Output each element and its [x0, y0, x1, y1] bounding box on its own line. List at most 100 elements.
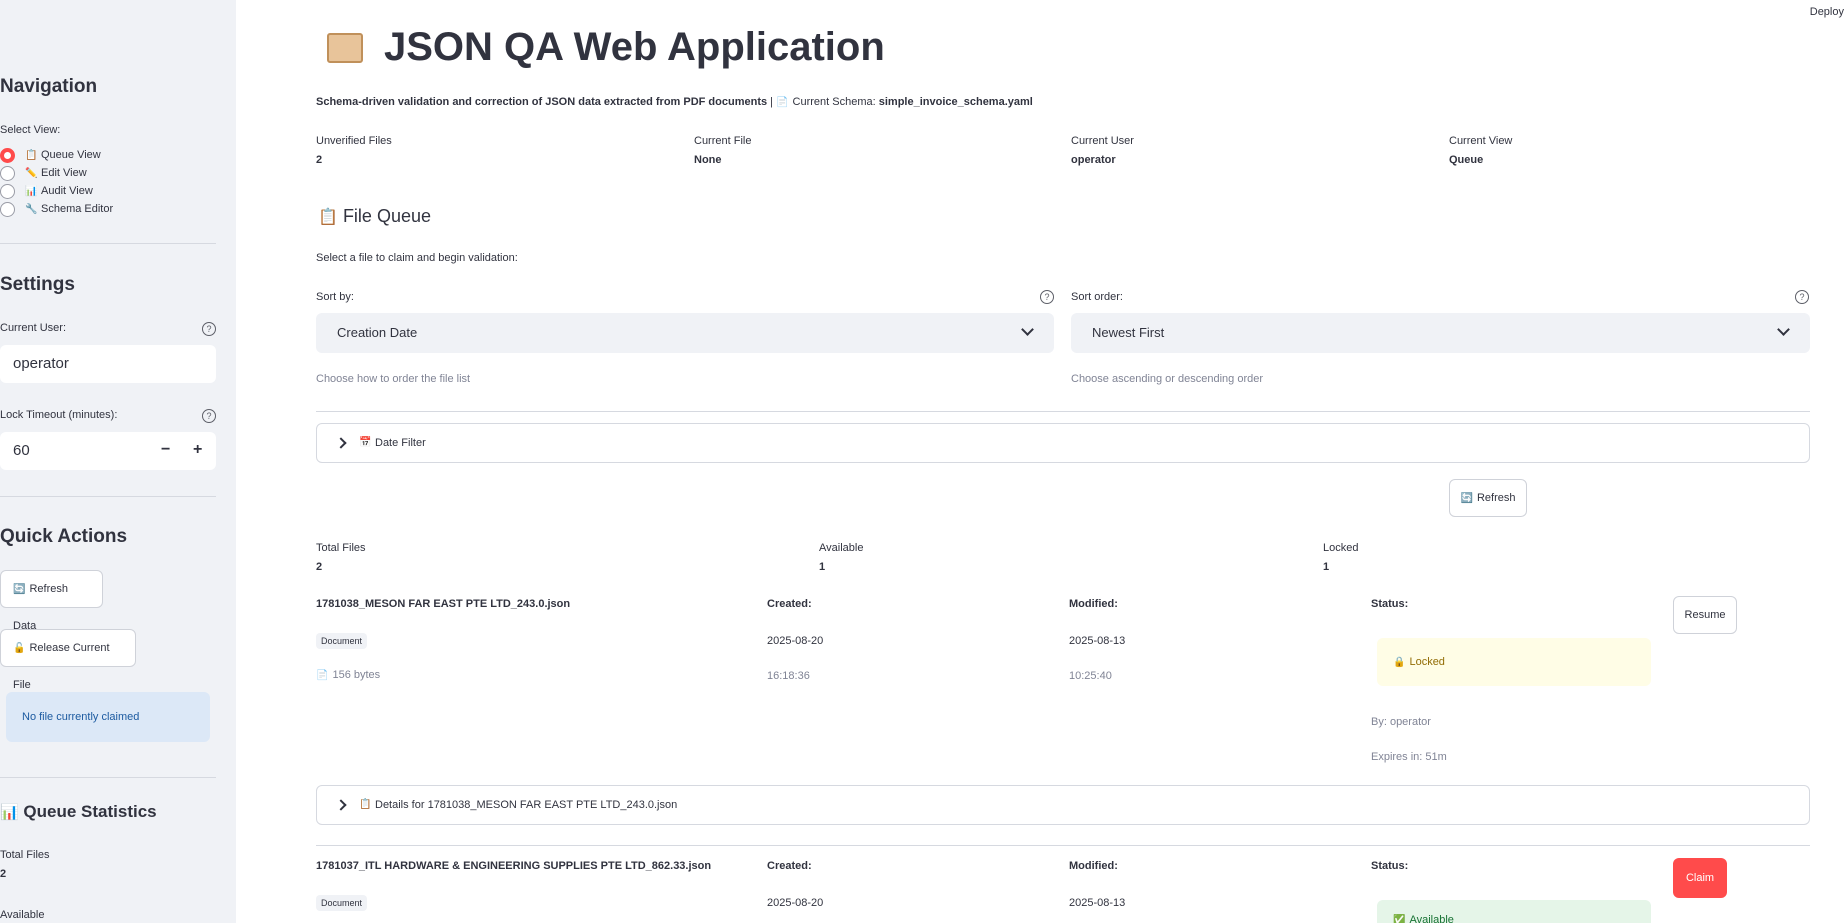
- clipboard-icon: 📋: [25, 149, 38, 161]
- metric-value: operator: [1071, 154, 1116, 166]
- file-queue-title: 📋 File Queue: [318, 206, 431, 226]
- settings-title: Settings: [0, 274, 75, 295]
- document-icon: 📄: [776, 97, 789, 108]
- summary-label: Total Files: [316, 542, 366, 554]
- refresh-icon: 🔄: [1460, 493, 1473, 504]
- summary-value: 2: [316, 561, 323, 573]
- bar-chart-icon: 📊: [25, 185, 38, 197]
- radio-button[interactable]: [0, 165, 15, 181]
- created-label: Created:: [767, 860, 812, 872]
- locked-by: By: operator: [1371, 716, 1431, 728]
- document-icon: 📄: [316, 670, 329, 681]
- bar-chart-icon: 📊: [0, 804, 19, 821]
- lock-timeout-input[interactable]: 60: [0, 432, 216, 470]
- file-name: 1781038_MESON FAR EAST PTE LTD_243.0.jso…: [316, 598, 571, 610]
- decrement-button[interactable]: −: [161, 441, 170, 459]
- radio-button-selected[interactable]: [0, 147, 15, 163]
- divider: [0, 777, 216, 778]
- summary-label: Available: [819, 542, 864, 554]
- radio-button[interactable]: [0, 201, 15, 217]
- sort-order-caption: Choose ascending or descending order: [1071, 373, 1264, 385]
- unlock-icon: 🔓: [13, 643, 26, 654]
- metric-label: Unverified Files: [316, 135, 392, 147]
- stat-label: Available: [0, 909, 45, 921]
- clipboard-icon: 📋: [359, 799, 372, 810]
- select-view-label: Select View:: [0, 124, 61, 136]
- claim-button[interactable]: Claim: [1673, 858, 1727, 898]
- chevron-right-icon: [335, 799, 347, 811]
- status-label: Status:: [1371, 598, 1409, 610]
- radio-audit-view[interactable]: 📊 Audit View: [0, 183, 93, 199]
- chevron-right-icon: [335, 437, 347, 449]
- radio-label: Audit View: [41, 185, 93, 197]
- modified-label: Modified:: [1069, 860, 1118, 872]
- metric-value: Queue: [1449, 154, 1484, 166]
- sort-by-label: Sort by:: [316, 291, 354, 303]
- status-locked-box: 🔒 Locked: [1377, 638, 1651, 686]
- resume-button[interactable]: Resume: [1673, 596, 1737, 634]
- modified-date: 2025-08-13: [1069, 897, 1126, 909]
- summary-value: 1: [819, 561, 826, 573]
- created-date: 2025-08-20: [767, 635, 824, 647]
- sort-order-label: Sort order:: [1071, 291, 1123, 303]
- refresh-button[interactable]: 🔄 Refresh: [1449, 479, 1527, 517]
- date-filter-expander[interactable]: 📅 Date Filter: [316, 423, 1810, 463]
- radio-label: Edit View: [41, 167, 87, 179]
- status-label: Status:: [1371, 860, 1409, 872]
- release-current-file-button[interactable]: 🔓 Release Current File: [0, 629, 136, 691]
- radio-edit-view[interactable]: ✏️ Edit View: [0, 165, 87, 181]
- sort-by-caption: Choose how to order the file list: [316, 373, 471, 385]
- radio-queue-view[interactable]: 📋 Queue View: [0, 147, 101, 163]
- pencil-icon: ✏️: [25, 167, 38, 179]
- divider: [316, 845, 1810, 846]
- radio-label: Queue View: [41, 149, 101, 161]
- summary-value: 1: [1323, 561, 1330, 573]
- modified-label: Modified:: [1069, 598, 1118, 610]
- queue-instruction: Select a file to claim and begin validat…: [316, 252, 518, 264]
- refresh-data-button[interactable]: 🔄 Refresh Data: [0, 570, 103, 632]
- lock-expires: Expires in: 51m: [1371, 751, 1447, 763]
- document-badge: Document: [316, 633, 368, 649]
- radio-schema-editor[interactable]: 🔧 Schema Editor: [0, 201, 113, 217]
- page-subtitle: Schema-driven validation and correction …: [316, 96, 1033, 108]
- stat-value: 2: [0, 868, 7, 880]
- file-size: 📄 156 bytes: [316, 669, 381, 681]
- chevron-down-icon: [1777, 323, 1790, 336]
- divider: [0, 243, 216, 244]
- status-available-box: ✅ Available: [1377, 900, 1651, 923]
- radio-button[interactable]: [0, 183, 15, 199]
- metric-value: None: [694, 154, 722, 166]
- created-label: Created:: [767, 598, 812, 610]
- chevron-down-icon: [1021, 323, 1034, 336]
- metric-label: Current View: [1449, 135, 1513, 147]
- radio-label: Schema Editor: [41, 203, 114, 215]
- help-icon[interactable]: ?: [202, 322, 216, 336]
- modified-time: 10:25:40: [1069, 670, 1112, 682]
- lock-icon: 🔒: [1393, 657, 1406, 668]
- file-name: 1781037_ITL HARDWARE & ENGINEERING SUPPL…: [316, 860, 712, 872]
- navigation-title: Navigation: [0, 76, 98, 97]
- file-details-expander[interactable]: 📋 Details for 1781038_MESON FAR EAST PTE…: [316, 785, 1810, 825]
- check-icon: ✅: [1393, 915, 1406, 923]
- page-title: JSON QA Web Application: [384, 25, 885, 69]
- current-user-label: Current User:: [0, 322, 67, 334]
- queue-statistics-title: 📊 Queue Statistics: [0, 802, 157, 821]
- sort-by-select[interactable]: Creation Date: [316, 313, 1054, 353]
- release-file-label: Release Current File: [13, 642, 110, 691]
- increment-button[interactable]: +: [193, 441, 202, 459]
- metric-label: Current File: [694, 135, 752, 147]
- memo-icon: [327, 33, 363, 63]
- help-icon[interactable]: ?: [202, 409, 216, 423]
- current-user-input[interactable]: operator: [0, 345, 216, 383]
- metric-value: 2: [316, 154, 323, 166]
- stat-label: Total Files: [0, 849, 50, 861]
- created-time: 16:18:36: [767, 670, 810, 682]
- deploy-button[interactable]: Deploy: [1810, 6, 1844, 18]
- help-icon[interactable]: ?: [1795, 290, 1809, 304]
- summary-label: Locked: [1323, 542, 1359, 554]
- sort-order-select[interactable]: Newest First: [1071, 313, 1810, 353]
- no-file-claimed-info: No file currently claimed: [6, 692, 210, 742]
- sidebar: Navigation Select View: 📋 Queue View ✏️ …: [0, 0, 236, 923]
- help-icon[interactable]: ?: [1040, 290, 1054, 304]
- document-badge: Document: [316, 895, 368, 911]
